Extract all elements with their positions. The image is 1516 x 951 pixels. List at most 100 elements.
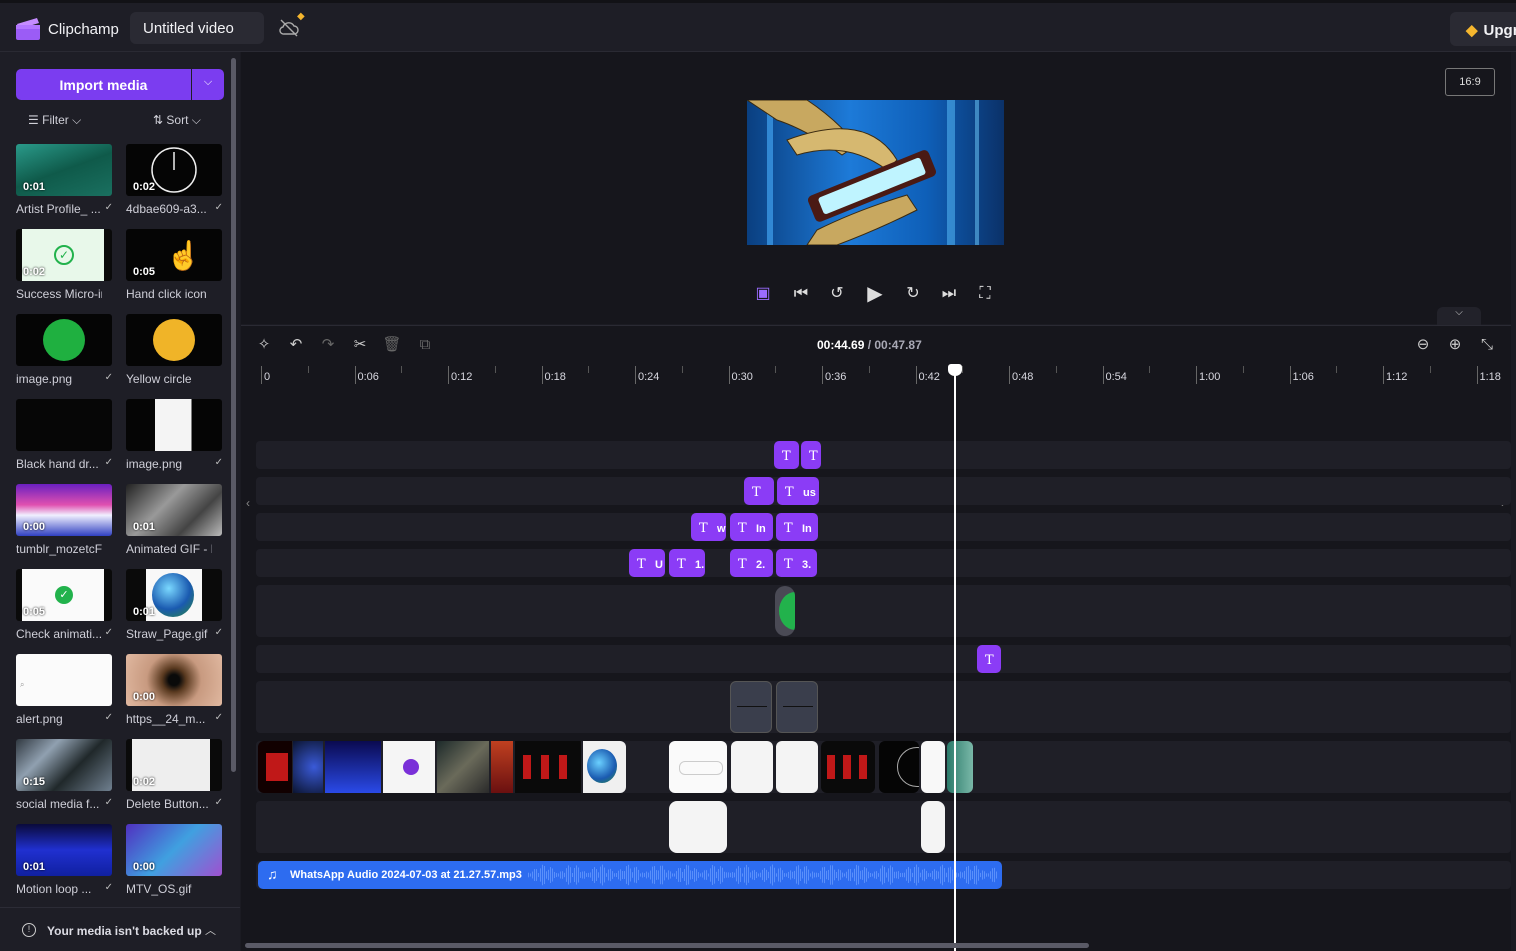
media-thumbnail[interactable]: ☝ 0:05: [126, 229, 222, 281]
skip-back-icon[interactable]: ⏮: [789, 282, 813, 306]
video-clip[interactable]: [921, 741, 945, 793]
clipchamp-logo-icon[interactable]: [16, 18, 40, 40]
media-item-success-micro[interactable]: ✓0:02 Success Micro-in...: [16, 229, 113, 301]
media-thumbnail[interactable]: 0:00: [126, 654, 222, 706]
sticker-track[interactable]: [256, 585, 1511, 637]
text-clip[interactable]: Tw: [691, 513, 726, 541]
video-clip-strip[interactable]: [258, 741, 626, 793]
media-item-artist-profile[interactable]: 0:01 Artist Profile_ ... ✓: [16, 144, 113, 216]
playhead[interactable]: [954, 368, 956, 951]
overlay-track[interactable]: [256, 801, 1511, 853]
media-thumbnail[interactable]: 0:01: [16, 824, 112, 876]
text-track[interactable]: [256, 441, 1511, 469]
video-clip[interactable]: [879, 741, 919, 793]
forward-5s-icon[interactable]: ↻: [901, 282, 925, 306]
text-clip[interactable]: T: [977, 645, 1001, 673]
media-thumbnail[interactable]: [126, 314, 222, 366]
media-thumbnail[interactable]: 0:01: [16, 144, 112, 196]
media-thumbnail[interactable]: ⌕: [16, 654, 112, 706]
redo-icon[interactable]: ↷: [318, 335, 338, 355]
import-options-chevron-icon[interactable]: ⌵: [192, 69, 224, 100]
video-clip[interactable]: [731, 741, 773, 793]
media-item-black-hand[interactable]: Black hand dr... ✓: [16, 399, 113, 471]
media-thumbnail[interactable]: 0:01: [126, 569, 222, 621]
overlay-clip[interactable]: [669, 801, 727, 853]
zoom-out-icon[interactable]: ⊖: [1413, 335, 1433, 355]
text-track[interactable]: [256, 645, 1511, 673]
expand-left-chevron-icon[interactable]: ‹: [242, 483, 254, 523]
playhead-handle[interactable]: [948, 364, 962, 376]
media-item-delete-button[interactable]: 0:02 Delete Button... ✓: [126, 739, 223, 811]
overlay-clip[interactable]: [730, 681, 772, 733]
video-clip[interactable]: [821, 741, 875, 793]
split-scissors-icon[interactable]: ✂: [350, 335, 370, 355]
green-circle-clip[interactable]: [775, 586, 795, 636]
media-item-mtv-os-gif[interactable]: 0:00 MTV_OS.gif: [126, 824, 223, 896]
text-clip[interactable]: T 2.: [730, 549, 773, 577]
upgrade-button[interactable]: ◆Upgrade: [1450, 12, 1516, 46]
media-item-yellow-circle[interactable]: Yellow circle: [126, 314, 223, 386]
text-track[interactable]: [256, 513, 1511, 541]
text-clip[interactable]: T 1.: [669, 549, 705, 577]
text-track[interactable]: [256, 549, 1511, 577]
media-thumbnail[interactable]: 0:00: [126, 824, 222, 876]
video-clip[interactable]: [669, 741, 727, 793]
fullscreen-icon[interactable]: ⛶: [973, 282, 997, 306]
project-title-input[interactable]: Untitled video: [130, 12, 264, 44]
delete-trash-icon[interactable]: 🗑: [382, 335, 402, 355]
media-thumbnail[interactable]: 0:01: [126, 484, 222, 536]
undo-icon[interactable]: ↶: [286, 335, 306, 355]
media-thumbnail[interactable]: ✓ 0:02: [16, 229, 112, 281]
rewind-5s-icon[interactable]: ↺: [825, 282, 849, 306]
text-track[interactable]: [256, 477, 1511, 505]
magic-wand-icon[interactable]: ✧: [254, 335, 274, 355]
media-thumbnail[interactable]: 0:00: [16, 484, 112, 536]
play-icon[interactable]: ▶: [863, 282, 887, 306]
media-item-hand-click-icon[interactable]: ☝ 0:05 Hand click icon: [126, 229, 223, 301]
fit-to-screen-icon[interactable]: ⤡: [1477, 335, 1497, 355]
magic-camera-icon[interactable]: ▣: [751, 282, 775, 306]
media-item-social-media[interactable]: 0:15 social media f... ✓: [16, 739, 113, 811]
text-clip[interactable]: T In: [776, 513, 818, 541]
overlay-clip[interactable]: [776, 681, 818, 733]
media-thumbnail[interactable]: [16, 314, 112, 366]
skip-forward-icon[interactable]: ⏭: [937, 282, 961, 306]
media-item-eye-video[interactable]: 0:00 https__24_m... ✓: [126, 654, 223, 726]
media-thumbnail[interactable]: [16, 399, 112, 451]
video-clip[interactable]: [947, 741, 973, 793]
import-media-button[interactable]: Import media: [16, 69, 191, 100]
media-item-animated-gif[interactable]: 0:01 Animated GIF - F...: [126, 484, 223, 556]
media-item-alert-png[interactable]: ⌕ alert.png ✓: [16, 654, 113, 726]
time-ruler[interactable]: 0 0:06 0:12 0:18 0:24 0:30 0:36 0:42 0:48 0:54 1:0…: [241, 366, 1511, 390]
media-item-check-animation[interactable]: ✓ 0:05 Check animati... ✓: [16, 569, 113, 641]
media-thumbnail[interactable]: 0:02: [126, 144, 222, 196]
text-clip[interactable]: T: [744, 477, 774, 505]
filter-button[interactable]: ☰ Filter ⌵: [28, 113, 81, 128]
media-thumbnail[interactable]: 0:15: [16, 739, 112, 791]
overlay-clip[interactable]: [921, 801, 945, 853]
text-clip[interactable]: T 3.: [776, 549, 817, 577]
overlay-track[interactable]: [256, 681, 1511, 733]
media-thumbnail[interactable]: [126, 399, 222, 451]
media-item-tumblr-gif[interactable]: 0:00 tumblr_mozetcFt...: [16, 484, 113, 556]
media-thumbnail[interactable]: ✓ 0:05: [16, 569, 112, 621]
media-scrollbar[interactable]: [231, 58, 236, 772]
media-thumbnail[interactable]: 0:02: [126, 739, 222, 791]
backup-status-bar[interactable]: ! Your media isn't backed up ︿: [0, 907, 240, 951]
sort-button[interactable]: ⇅ Sort ⌵: [153, 113, 201, 128]
audio-clip[interactable]: ♫ WhatsApp Audio 2024-07-03 at 21.27.57.…: [258, 861, 1002, 889]
media-item-green-circle[interactable]: image.png ✓: [16, 314, 113, 386]
text-clip[interactable]: Tus: [777, 477, 819, 505]
video-clip[interactable]: [776, 741, 818, 793]
duplicate-icon[interactable]: ⧉: [415, 335, 435, 355]
text-clip[interactable]: T: [801, 441, 821, 469]
media-item-motion-loop[interactable]: 0:01 Motion loop ... ✓: [16, 824, 113, 896]
collapse-preview-chevron-icon[interactable]: ⌵: [1437, 307, 1481, 325]
media-item-straw-page-gif[interactable]: 0:01 Straw_Page.gif ✓: [126, 569, 223, 641]
timeline-horizontal-scrollbar[interactable]: [245, 943, 1089, 948]
zoom-in-icon[interactable]: ⊕: [1445, 335, 1465, 355]
text-clip[interactable]: TU: [629, 549, 665, 577]
chevron-up-icon[interactable]: ︿: [205, 922, 216, 938]
text-clip[interactable]: T In: [730, 513, 773, 541]
media-item-clock-gif[interactable]: 0:02 4dbae609-a3... ✓: [126, 144, 223, 216]
